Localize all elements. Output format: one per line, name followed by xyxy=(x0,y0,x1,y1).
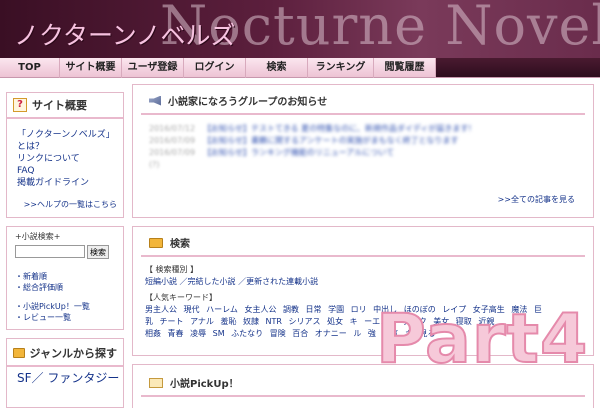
site-title[interactable]: ノクターンノベルズ xyxy=(14,16,236,52)
news-item[interactable]: 2016/07/12 【お知らせ】テストてきる 夏の特集なのに、新規作品ダイディ… xyxy=(149,123,577,135)
book-icon xyxy=(149,377,163,388)
news-list: 2016/07/12 【お知らせ】テストてきる 夏の特集なのに、新規作品ダイディ… xyxy=(133,115,593,171)
link-review-list[interactable]: ・レビュー一覧 xyxy=(15,312,115,323)
global-nav: TOP サイト概要 ユーザ登録 ログイン 検索 ランキング 閲覧履歴 xyxy=(0,58,600,78)
news-date: 2016/07/09 xyxy=(149,136,196,145)
news-more-link[interactable]: >>全ての記事を見る xyxy=(498,194,575,205)
link-overall-rating[interactable]: ・総合評価順 xyxy=(15,282,115,293)
card-icon xyxy=(149,237,163,248)
sidebar-overview-links: 「ノクターンノベルズ」とは？ リンクについて FAQ 掲載ガイドライン xyxy=(7,119,123,193)
sidebar-search-links: ・新着順 ・総合評価順 ・小説PickUp！一覧 ・レビュー一覧 xyxy=(15,271,115,323)
part4-overlay: Part4 xyxy=(375,300,589,379)
sidebar-search-label: +小説検索+ xyxy=(15,232,61,241)
news-panel: 小説家になろうグループのお知らせ 2016/07/12 【お知らせ】テストてきる… xyxy=(132,84,594,218)
sidebar-search: +小説検索+ 検索 ・新着順 ・総合評価順 ・小説PickUp！一覧 ・レビュー… xyxy=(6,226,124,330)
search-panel-title: 検索 xyxy=(170,239,190,250)
link-newest[interactable]: ・新着順 xyxy=(15,271,115,282)
link-about[interactable]: 「ノクターンノベルズ」とは？ xyxy=(17,129,115,153)
news-item[interactable]: 2016/07/09 【お知らせ】ランキング機能のリニューアルについて xyxy=(149,147,577,159)
sidebar-overview-title: サイト概要 xyxy=(32,99,87,112)
news-item[interactable]: 2016/07/09 【お知らせ】書籍に関するアンケートの実施がまもなく終了とな… xyxy=(149,135,577,147)
news-date: 2016/07/09 xyxy=(149,148,196,157)
search-input[interactable] xyxy=(15,245,85,258)
news-text[interactable]: 【お知らせ】ランキング機能のリニューアルについて xyxy=(203,147,394,159)
sidebar-overview: ? サイト概要 「ノクターンノベルズ」とは？ リンクについて FAQ 掲載ガイド… xyxy=(6,92,124,218)
nav-history[interactable]: 閲覧履歴 xyxy=(374,58,436,78)
pickup-title: 小説PickUp！ xyxy=(170,379,239,390)
nav-top[interactable]: TOP xyxy=(0,58,60,78)
help-list-link[interactable]: >>ヘルプの一覧はこちら xyxy=(7,193,123,214)
news-date: 2016/07/12 xyxy=(149,124,196,133)
news-header: 小説家になろうグループのお知らせ xyxy=(141,85,585,115)
nav-spacer xyxy=(436,58,600,77)
search-panel-header: 検索 xyxy=(141,227,585,257)
sidebar-genre: ジャンルから探す SF／ ファンタジー xyxy=(6,338,124,408)
news-text[interactable]: 【お知らせ】書籍に関するアンケートの実施がまもなく終了となります xyxy=(203,135,458,147)
sidebar-search-row: 検索 xyxy=(15,245,115,259)
nav-site-overview[interactable]: サイト概要 xyxy=(60,58,122,78)
link-pickup-list[interactable]: ・小説PickUp！一覧 xyxy=(15,301,115,312)
news-extra: (?) xyxy=(149,160,160,169)
card-icon xyxy=(13,348,25,358)
link-linking[interactable]: リンクについて xyxy=(17,153,115,165)
site-header: Nocturne Novels ノクターンノベルズ xyxy=(0,0,600,58)
link-guidelines[interactable]: 掲載ガイドライン xyxy=(17,177,115,189)
sidebar-genre-header: ジャンルから探す xyxy=(7,339,123,367)
megaphone-icon xyxy=(149,95,161,106)
nav-login[interactable]: ログイン xyxy=(184,58,246,78)
question-icon: ? xyxy=(13,98,27,112)
sidebar-genre-title: ジャンルから探す xyxy=(29,347,117,360)
search-type-links[interactable]: 短編小説 ／完結した小説 ／更新された連載小説 xyxy=(145,276,581,288)
nav-ranking[interactable]: ランキング xyxy=(308,58,374,78)
link-faq[interactable]: FAQ xyxy=(17,165,115,177)
nav-user-register[interactable]: ユーザ登録 xyxy=(122,58,184,78)
news-text[interactable]: 【お知らせ】テストてきる 夏の特集なのに、新規作品ダイディが届きます! xyxy=(203,123,471,135)
nav-search[interactable]: 検索 xyxy=(246,58,308,78)
search-type-label: 【 検索種別 】 xyxy=(145,265,199,274)
news-item-extra: (?) xyxy=(149,159,577,171)
news-title: 小説家になろうグループのお知らせ xyxy=(168,97,328,108)
search-button[interactable]: 検索 xyxy=(87,245,109,259)
genre-link[interactable]: SF／ ファンタジー xyxy=(7,367,123,385)
sidebar-overview-header: ? サイト概要 xyxy=(7,93,123,119)
